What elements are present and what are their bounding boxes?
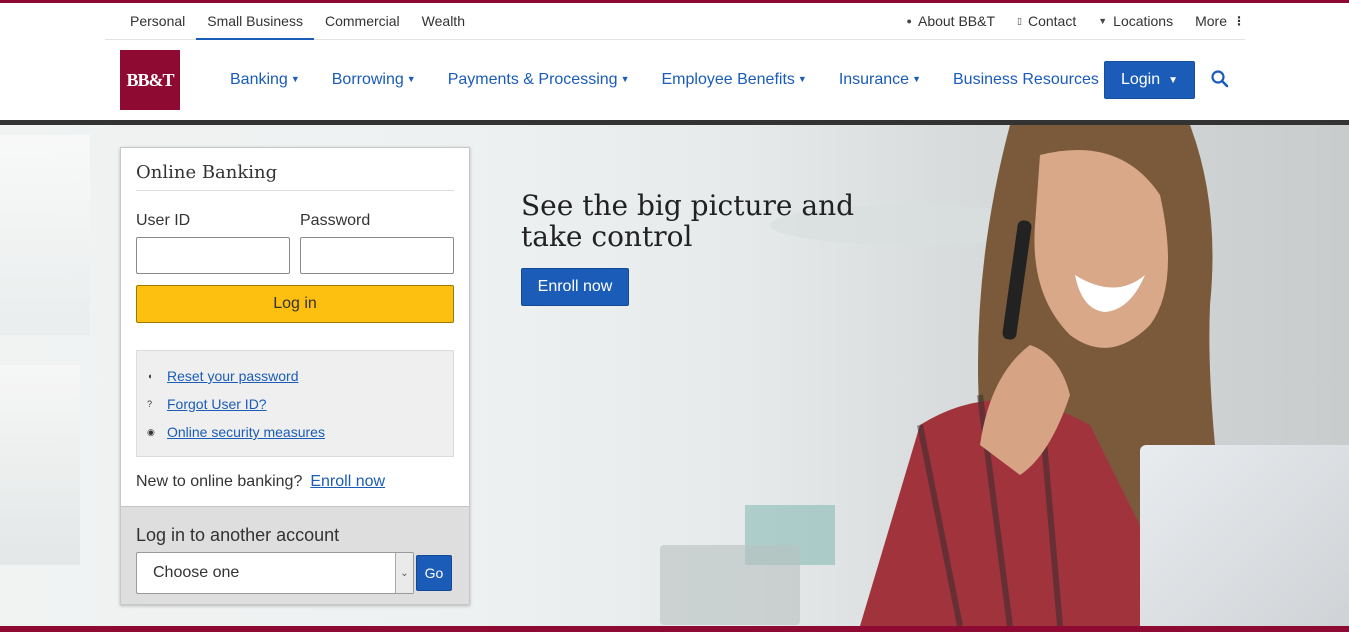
person-icon: ● <box>906 16 912 26</box>
background-window <box>0 365 80 565</box>
segment-commercial[interactable]: Commercial <box>314 3 411 40</box>
about-link[interactable]: ● About BB&T <box>907 13 995 29</box>
another-account-section: Log in to another account Choose one ⌄ G… <box>121 506 469 604</box>
search-icon[interactable] <box>1210 69 1230 89</box>
password-input[interactable] <box>300 237 454 274</box>
help-row: ? Forgot User ID? <box>147 396 267 412</box>
security-measures-link[interactable]: Online security measures <box>167 424 325 440</box>
nav-employee-benefits[interactable]: Employee Benefits ▼ <box>645 71 822 89</box>
question-icon: ? <box>147 399 153 409</box>
contact-link-label: Contact <box>1027 13 1077 29</box>
forgot-user-id-link[interactable]: Forgot User ID? <box>167 396 267 412</box>
about-link-label: About BB&T <box>917 13 996 29</box>
nav-business-resources-label: Business Resources <box>953 71 1099 88</box>
caret-down-icon: ▼ <box>797 74 807 84</box>
help-links-box: ◖ Reset your password ? Forgot User ID? … <box>136 350 454 457</box>
chevron-down-icon: ⌄ <box>395 553 413 593</box>
key-icon: ◖ <box>147 371 153 381</box>
nav-payments[interactable]: Payments & Processing ▼ <box>432 71 646 89</box>
hero-headline: See the big picture and take control <box>521 189 855 253</box>
background-shelf <box>660 545 800 625</box>
utility-links: ● About BB&T ▯ Contact ▼ Locations More … <box>885 3 1245 39</box>
shield-icon: ◉ <box>147 426 155 437</box>
go-button[interactable]: Go <box>416 555 452 591</box>
nav-banking[interactable]: Banking ▼ <box>214 71 316 89</box>
user-id-label: User ID <box>136 212 191 229</box>
segment-personal[interactable]: Personal <box>119 3 196 40</box>
nav-insurance-label: Insurance <box>838 71 910 88</box>
locations-link[interactable]: ▼ Locations <box>1098 13 1173 29</box>
password-label: Password <box>300 212 371 229</box>
nav-insurance[interactable]: Insurance ▼ <box>823 71 937 89</box>
more-link-label: More <box>1195 13 1227 29</box>
main-nav: Banking ▼ Borrowing ▼ Payments & Processin… <box>214 62 1127 98</box>
bbt-logo[interactable]: BB&T <box>120 50 180 110</box>
nav-borrowing-label: Borrowing <box>331 71 404 88</box>
utility-nav: Personal Small Business Commercial Wealt… <box>105 3 1245 40</box>
nav-borrowing[interactable]: Borrowing ▼ <box>316 71 432 89</box>
reset-password-link[interactable]: Reset your password <box>167 368 299 384</box>
nav-payments-label: Payments & Processing <box>447 71 618 88</box>
hero-enroll-button[interactable]: Enroll now <box>521 268 629 306</box>
divider <box>136 190 454 191</box>
nav-employee-benefits-label: Employee Benefits <box>661 71 795 88</box>
segment-small-business[interactable]: Small Business <box>196 3 314 40</box>
locations-link-label: Locations <box>1113 13 1174 29</box>
background-window <box>0 135 90 335</box>
more-dots-icon: ⋮ <box>1233 14 1245 28</box>
account-select-value: Choose one <box>153 564 240 581</box>
log-in-button[interactable]: Log in <box>136 285 454 323</box>
help-row: ◖ Reset your password <box>147 368 299 384</box>
login-dropdown-button[interactable]: Login ▼ <box>1104 61 1195 99</box>
card-title: Online Banking <box>136 162 278 183</box>
caret-down-icon: ▼ <box>1168 74 1179 86</box>
caret-down-icon: ▼ <box>290 74 300 84</box>
more-link[interactable]: More ⋮ <box>1195 13 1245 29</box>
online-banking-card: Online Banking User ID Password Log in ◖… <box>120 147 470 605</box>
phone-icon: ▯ <box>1017 15 1022 26</box>
bottom-accent-bar <box>0 626 1349 632</box>
caret-down-icon: ▼ <box>406 74 416 84</box>
account-type-select[interactable]: Choose one ⌄ <box>136 552 414 594</box>
help-row: ◉ Online security measures <box>147 424 325 440</box>
location-pin-icon: ▼ <box>1098 16 1108 26</box>
new-to-text: New to online banking? <box>136 473 303 490</box>
user-id-input[interactable] <box>136 237 290 274</box>
nav-banking-label: Banking <box>230 71 288 88</box>
laptop-image <box>1140 445 1349 626</box>
nav-business-resources[interactable]: Business Resources▼ <box>937 71 1127 89</box>
segment-tabs: Personal Small Business Commercial Wealt… <box>119 3 476 40</box>
another-account-title: Log in to another account <box>136 525 340 545</box>
caret-down-icon: ▼ <box>620 74 630 84</box>
contact-link[interactable]: ▯ Contact <box>1017 13 1076 29</box>
caret-down-icon: ▼ <box>912 74 921 84</box>
login-button-label: Login <box>1120 71 1161 88</box>
segment-wealth[interactable]: Wealth <box>411 3 476 40</box>
new-to-online-banking: New to online banking? Enroll now <box>136 473 385 491</box>
enroll-now-link[interactable]: Enroll now <box>310 473 385 491</box>
